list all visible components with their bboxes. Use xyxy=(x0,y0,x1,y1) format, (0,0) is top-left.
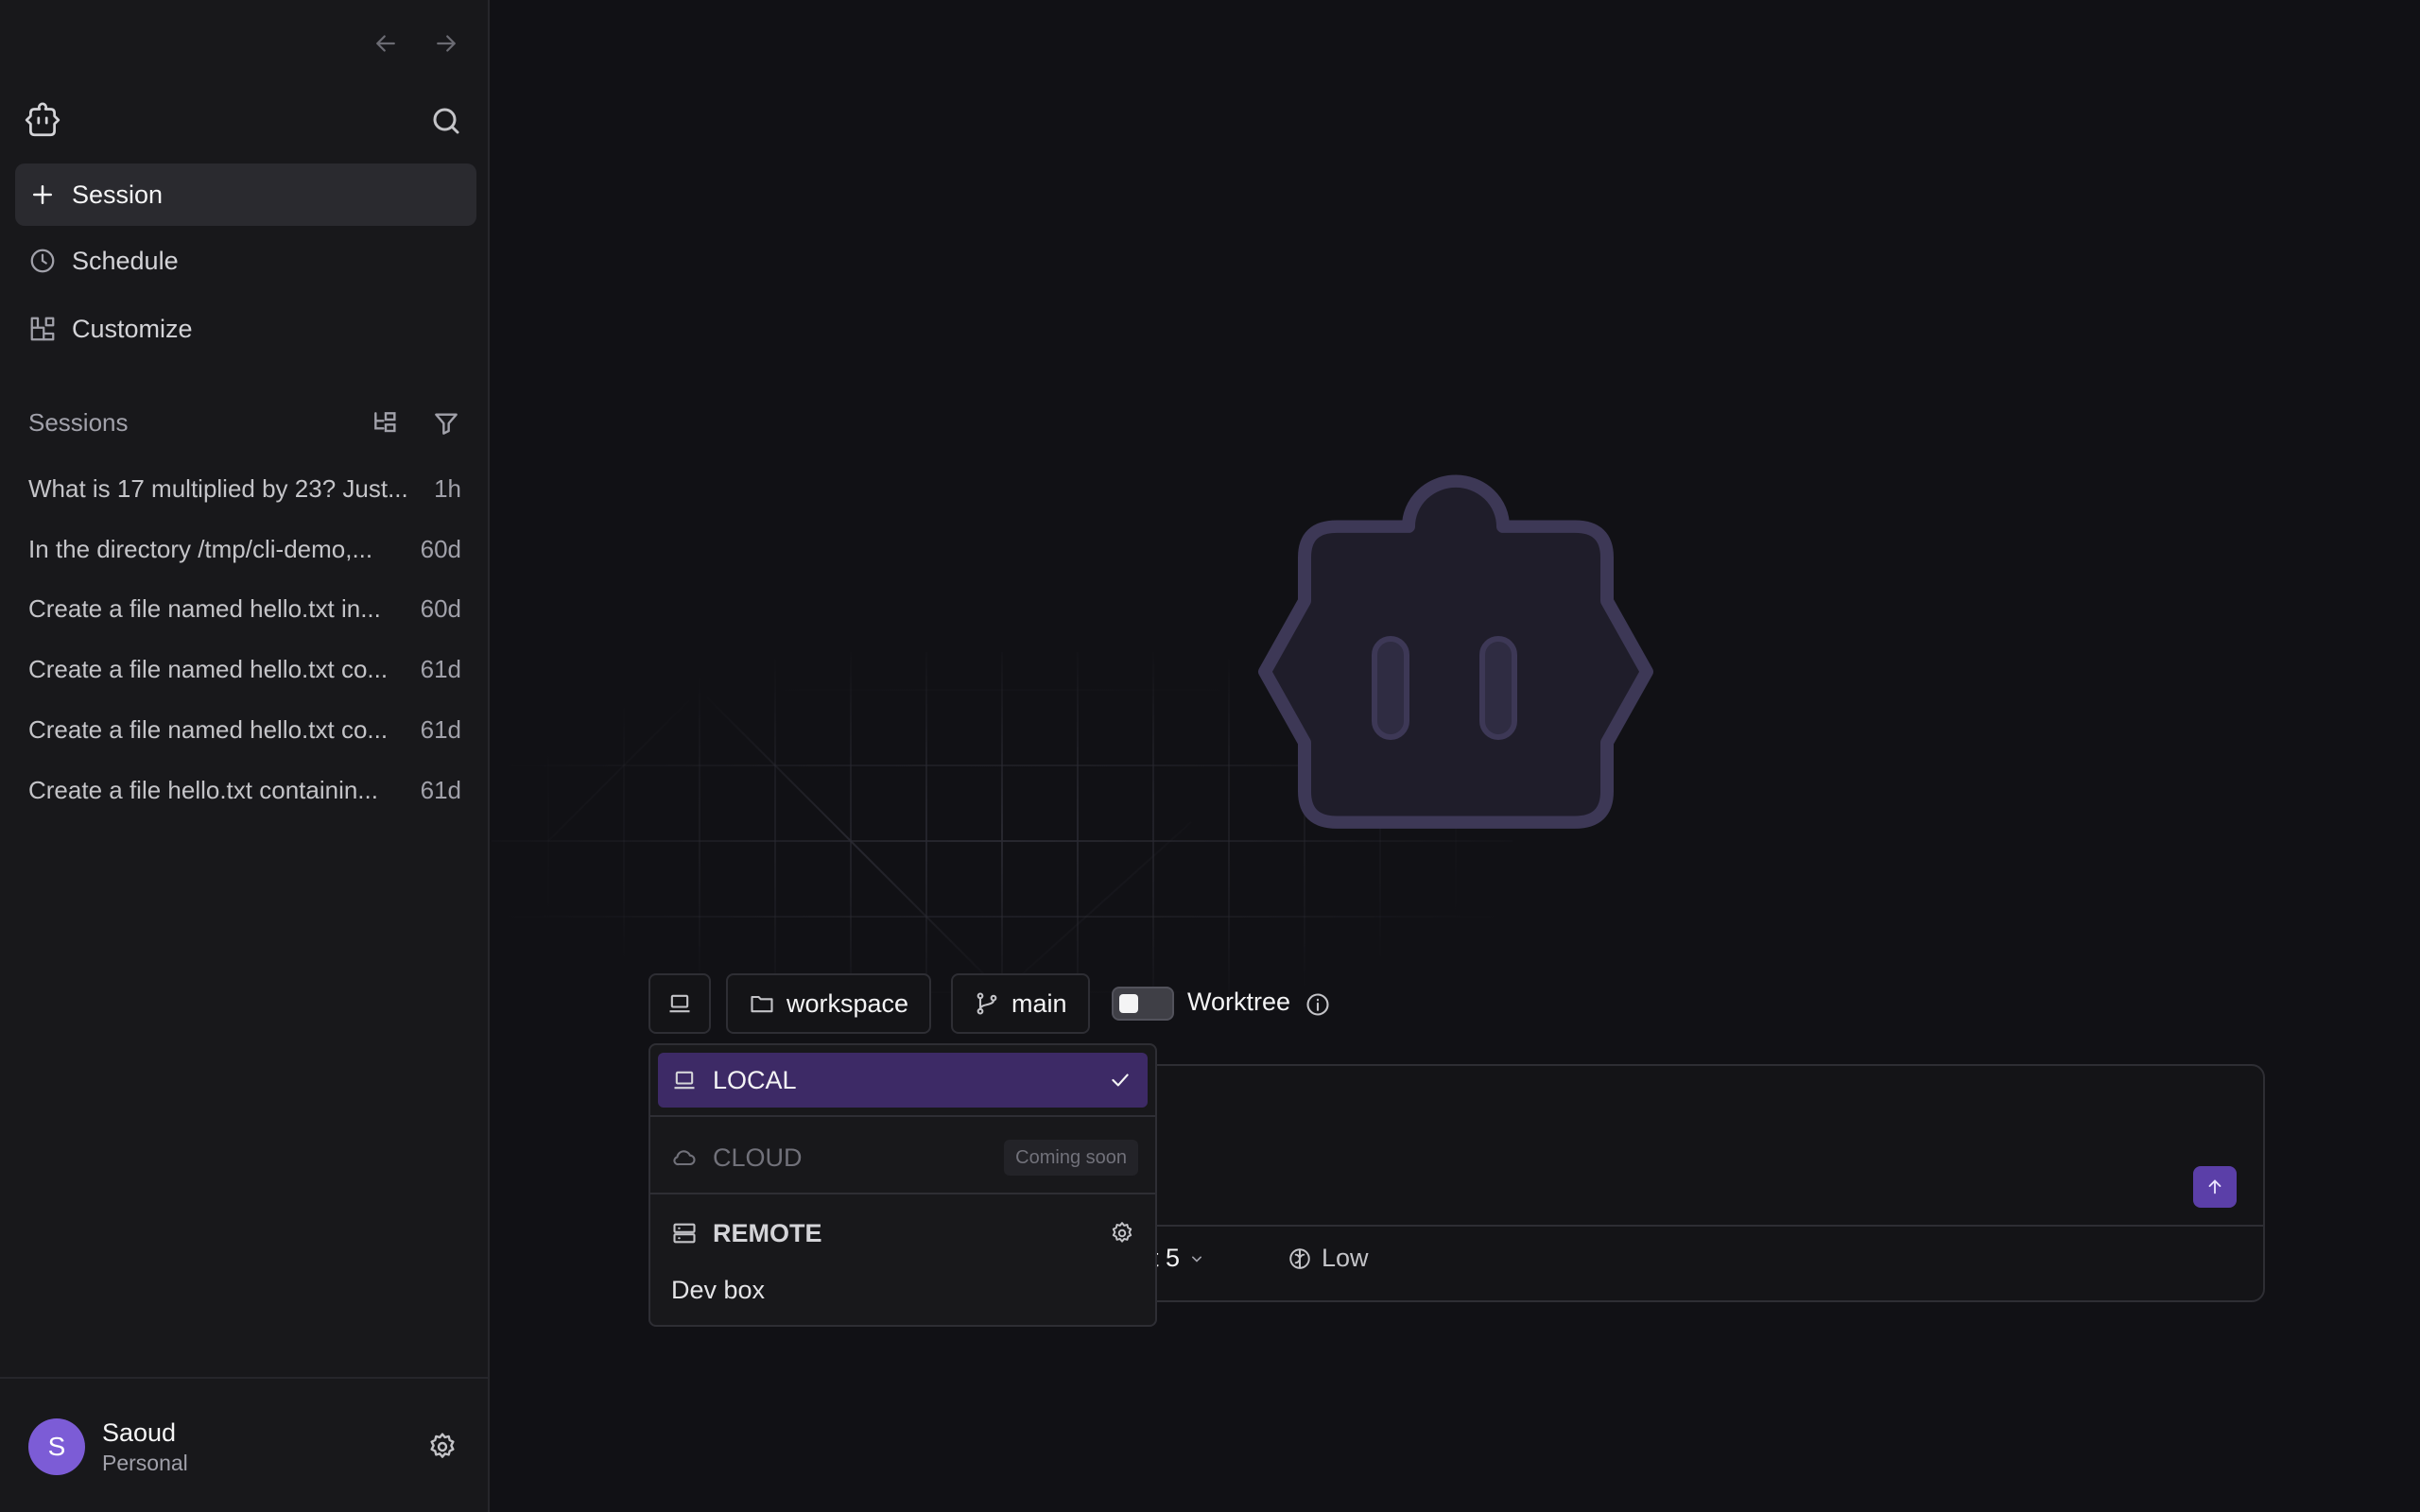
effort-label: Low xyxy=(1322,1244,1369,1272)
info-icon[interactable] xyxy=(1305,991,1331,1018)
chevron-down-icon xyxy=(1192,1256,1202,1263)
check-icon xyxy=(1112,1074,1129,1087)
filter-icon[interactable] xyxy=(431,408,461,438)
branch-label: main xyxy=(1011,988,1067,1018)
sidebar: Session Schedule Customize Sessions What… xyxy=(0,0,490,1512)
laptop-icon xyxy=(669,994,690,1013)
environment-menu: LOCAL CLOUD Coming soon REMOTE Dev box xyxy=(648,1043,1157,1327)
robot-mascot-icon xyxy=(1258,474,1653,829)
branch-button[interactable]: main xyxy=(951,973,1090,1034)
git-branch-icon xyxy=(977,992,997,1015)
session-title: Create a file named hello.txt co... xyxy=(28,714,389,744)
session-age: 61d xyxy=(420,714,461,744)
session-title: What is 17 multiplied by 23? Just... xyxy=(28,473,408,503)
effort-select[interactable]: Low xyxy=(1288,1244,1369,1273)
menu-item-local[interactable]: LOCAL xyxy=(658,1053,1148,1108)
session-age: 60d xyxy=(420,593,461,623)
server-icon xyxy=(673,1223,696,1244)
menu-divider xyxy=(650,1115,1155,1117)
avatar[interactable]: S xyxy=(28,1418,85,1475)
menu-item-dev-box[interactable]: Dev box xyxy=(671,1276,765,1305)
user-plan: Personal xyxy=(102,1451,188,1475)
session-age: 61d xyxy=(420,775,461,804)
user-name: Saoud xyxy=(102,1418,177,1447)
session-item[interactable]: In the directory /tmp/cli-demo,... 60d xyxy=(28,530,461,568)
new-session-button[interactable]: Session xyxy=(15,163,476,226)
nav-label-session: Session xyxy=(72,180,164,209)
environment-button[interactable] xyxy=(648,973,711,1034)
customize-icon xyxy=(30,317,55,341)
workspace-label: workspace xyxy=(786,988,909,1018)
session-age: 61d xyxy=(420,654,461,683)
session-title: In the directory /tmp/cli-demo,... xyxy=(28,534,373,563)
session-age: 60d xyxy=(420,534,461,563)
local-label: LOCAL xyxy=(713,1065,797,1094)
nav-label-customize: Customize xyxy=(72,314,193,343)
schedule-nav-item[interactable]: Schedule xyxy=(15,230,476,292)
worktree-toggle[interactable] xyxy=(1112,987,1174,1021)
brain-icon xyxy=(1289,1247,1310,1269)
session-item[interactable]: Create a file hello.txt containin... 61d xyxy=(28,771,461,809)
customize-nav-item[interactable]: Customize xyxy=(15,298,476,360)
menu-item-cloud: CLOUD Coming soon xyxy=(658,1130,1148,1185)
clock-icon xyxy=(30,249,55,273)
session-item[interactable]: Create a file named hello.txt co... 61d xyxy=(28,650,461,688)
menu-item-remote: REMOTE xyxy=(658,1206,1148,1261)
session-title: Create a file named hello.txt co... xyxy=(28,654,389,683)
arrow-up-icon xyxy=(2208,1179,2221,1194)
remote-label: REMOTE xyxy=(713,1218,822,1247)
coming-soon-badge: Coming soon xyxy=(1004,1140,1138,1176)
menu-divider xyxy=(650,1193,1155,1194)
session-item[interactable]: Create a file named hello.txt co... 61d xyxy=(28,711,461,748)
workspace-button[interactable]: workspace xyxy=(726,973,932,1034)
robot-logo-icon[interactable] xyxy=(23,100,62,140)
gear-icon[interactable] xyxy=(427,1432,458,1462)
worktree-label: Worktree xyxy=(1187,988,1291,1016)
nav-label-schedule: Schedule xyxy=(72,246,179,275)
forward-arrow-icon[interactable] xyxy=(429,26,463,60)
laptop-icon xyxy=(674,1071,695,1090)
group-sessions-icon[interactable] xyxy=(371,408,401,438)
session-age: 1h xyxy=(434,473,461,503)
back-arrow-icon[interactable] xyxy=(369,26,403,60)
send-button[interactable] xyxy=(2193,1166,2237,1208)
cloud-icon xyxy=(673,1150,696,1166)
toggle-knob xyxy=(1119,994,1138,1013)
folder-icon xyxy=(751,995,773,1013)
user-footer[interactable]: S Saoud Personal xyxy=(0,1377,488,1512)
session-item[interactable]: Create a file named hello.txt in... 60d xyxy=(28,590,461,627)
cloud-label: CLOUD xyxy=(713,1143,803,1172)
plus-icon xyxy=(33,185,52,204)
search-icon[interactable] xyxy=(429,104,463,138)
session-title: Create a file hello.txt containin... xyxy=(28,775,378,804)
gear-icon[interactable] xyxy=(1110,1221,1134,1246)
session-title: Create a file named hello.txt in... xyxy=(28,593,381,623)
sessions-header: Sessions xyxy=(28,408,129,437)
session-item[interactable]: What is 17 multiplied by 23? Just... 1h xyxy=(28,470,461,507)
